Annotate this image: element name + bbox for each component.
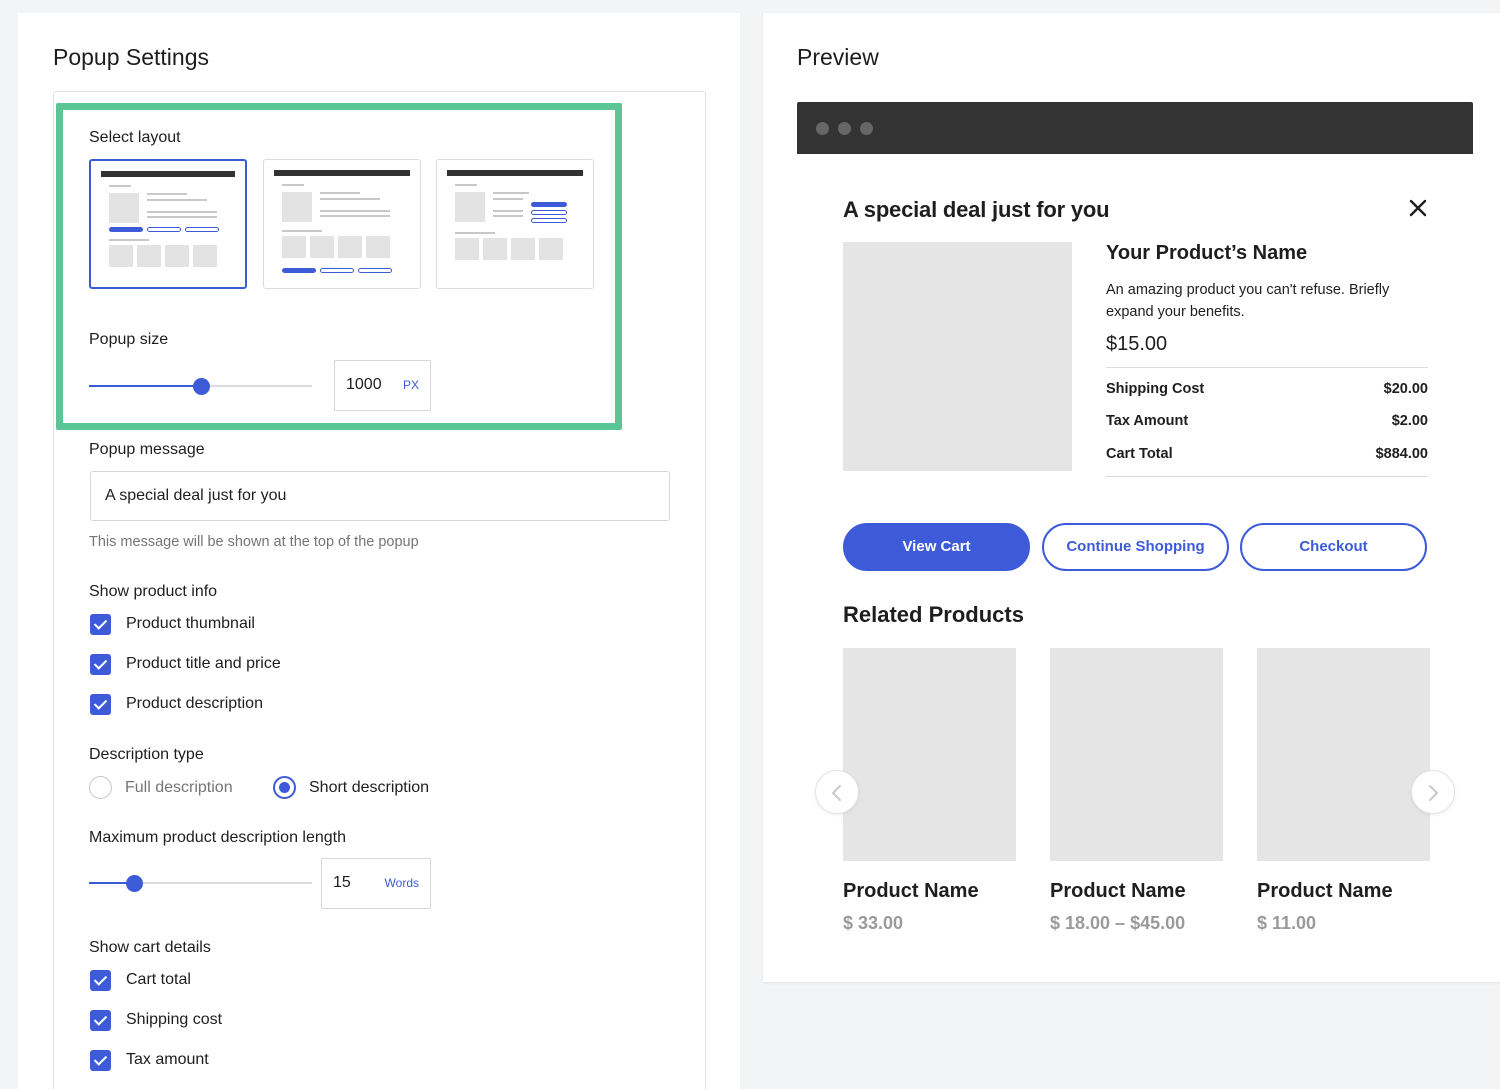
max-description-length-slider[interactable] <box>89 873 312 893</box>
divider <box>1106 367 1428 368</box>
max-description-length-slider-thumb[interactable] <box>125 875 143 892</box>
related-product-price: $ 18.00 – $45.00 <box>1050 913 1186 933</box>
popup-heading: A special deal just for you <box>843 197 1110 222</box>
layout-option-2[interactable] <box>263 159 421 289</box>
related-product-image[interactable] <box>843 648 1016 861</box>
max-description-length-input[interactable]: 15 Words <box>321 858 431 909</box>
checkbox-label: Product thumbnail <box>126 615 255 632</box>
chevron-right-icon <box>1429 785 1439 801</box>
popup-message-help: This message will be shown at the top of… <box>89 534 419 550</box>
cost-value: $20.00 <box>1383 381 1428 397</box>
layout-option-3[interactable] <box>436 159 594 289</box>
popup-size-unit: PX <box>402 378 419 392</box>
settings-title: Popup Settings <box>53 44 210 70</box>
popup-size-input[interactable]: 1000 PX <box>334 360 431 411</box>
window-dot-icon <box>838 122 851 135</box>
browser-window-bar <box>797 102 1473 154</box>
cost-label: Tax Amount <box>1106 413 1189 429</box>
continue-shopping-button[interactable]: Continue Shopping <box>1042 523 1229 571</box>
checkbox-label: Tax amount <box>126 1051 209 1068</box>
close-icon[interactable] <box>1409 199 1427 217</box>
view-cart-button[interactable]: View Cart <box>843 523 1030 571</box>
description-type-label: Description type <box>89 746 204 763</box>
carousel-next-button[interactable] <box>1411 770 1455 814</box>
related-product-name[interactable]: Product Name <box>1050 880 1186 903</box>
popup-message-label: Popup message <box>89 441 205 458</box>
radio-full-description[interactable] <box>89 776 112 799</box>
window-dot-icon <box>816 122 829 135</box>
preview-title: Preview <box>797 44 879 70</box>
popup-size-slider-thumb[interactable] <box>192 378 210 395</box>
product-description: An amazing product you can't refuse. Bri… <box>1106 282 1390 320</box>
checkbox-checked-icon[interactable] <box>90 1050 111 1071</box>
related-product-image[interactable] <box>1257 648 1430 861</box>
popup-message-field[interactable] <box>90 471 670 521</box>
cost-value: $2.00 <box>1391 413 1428 429</box>
popup-message-input[interactable] <box>91 472 669 520</box>
select-layout-label: Select layout <box>89 129 181 146</box>
popup-size-label: Popup size <box>89 331 169 348</box>
checkout-button[interactable]: Checkout <box>1240 523 1427 571</box>
checkbox-label: Shipping cost <box>126 1011 223 1028</box>
checkbox-checked-icon[interactable] <box>90 970 111 991</box>
checkbox-checked-icon[interactable] <box>90 694 111 715</box>
cost-label: Shipping Cost <box>1106 381 1205 397</box>
chevron-left-icon <box>831 785 841 801</box>
cost-row-tax: Tax Amount $2.00 <box>1106 413 1428 429</box>
radio-short-description-label: Short description <box>309 779 430 796</box>
cost-value: $884.00 <box>1375 446 1428 462</box>
cost-row-shipping: Shipping Cost $20.00 <box>1106 381 1428 397</box>
popup-size-slider-fill <box>89 385 201 387</box>
radio-short-description[interactable] <box>273 776 296 799</box>
show-product-info-label: Show product info <box>89 583 218 600</box>
preview-panel: Preview A special deal just for you Your… <box>763 13 1500 982</box>
product-name: Your Product’s Name <box>1106 242 1308 264</box>
checkbox-label: Product description <box>126 695 263 712</box>
show-cart-details-label: Show cart details <box>89 939 211 956</box>
product-price: $15.00 <box>1106 333 1168 355</box>
related-product-name[interactable]: Product Name <box>843 880 979 903</box>
checkbox-checked-icon[interactable] <box>90 1010 111 1031</box>
window-dot-icon <box>860 122 873 135</box>
related-products-title: Related Products <box>843 602 1024 627</box>
carousel-prev-button[interactable] <box>815 770 859 814</box>
divider <box>1106 476 1428 477</box>
cost-row-cart-total: Cart Total $884.00 <box>1106 446 1428 462</box>
layout-option-1[interactable] <box>89 159 247 289</box>
related-product-image[interactable] <box>1050 648 1223 861</box>
product-image-placeholder <box>843 242 1072 471</box>
related-product-name[interactable]: Product Name <box>1257 880 1393 903</box>
popup-size-value: 1000 <box>346 376 382 393</box>
radio-full-description-label: Full description <box>125 779 233 796</box>
related-product-price: $ 33.00 <box>843 913 904 933</box>
checkbox-label: Cart total <box>126 971 191 988</box>
popup-settings-panel: Popup Settings Select layout Popup size … <box>18 13 740 1089</box>
related-product-price: $ 11.00 <box>1257 913 1317 933</box>
checkbox-label: Product title and price <box>126 655 281 672</box>
checkbox-checked-icon[interactable] <box>90 614 111 635</box>
max-description-length-label: Maximum product description length <box>89 829 347 846</box>
max-description-length-value: 15 <box>333 874 351 891</box>
checkbox-checked-icon[interactable] <box>90 654 111 675</box>
max-description-length-unit: Words <box>384 876 419 890</box>
popup-size-slider[interactable] <box>89 376 312 396</box>
cost-label: Cart Total <box>1106 446 1173 462</box>
